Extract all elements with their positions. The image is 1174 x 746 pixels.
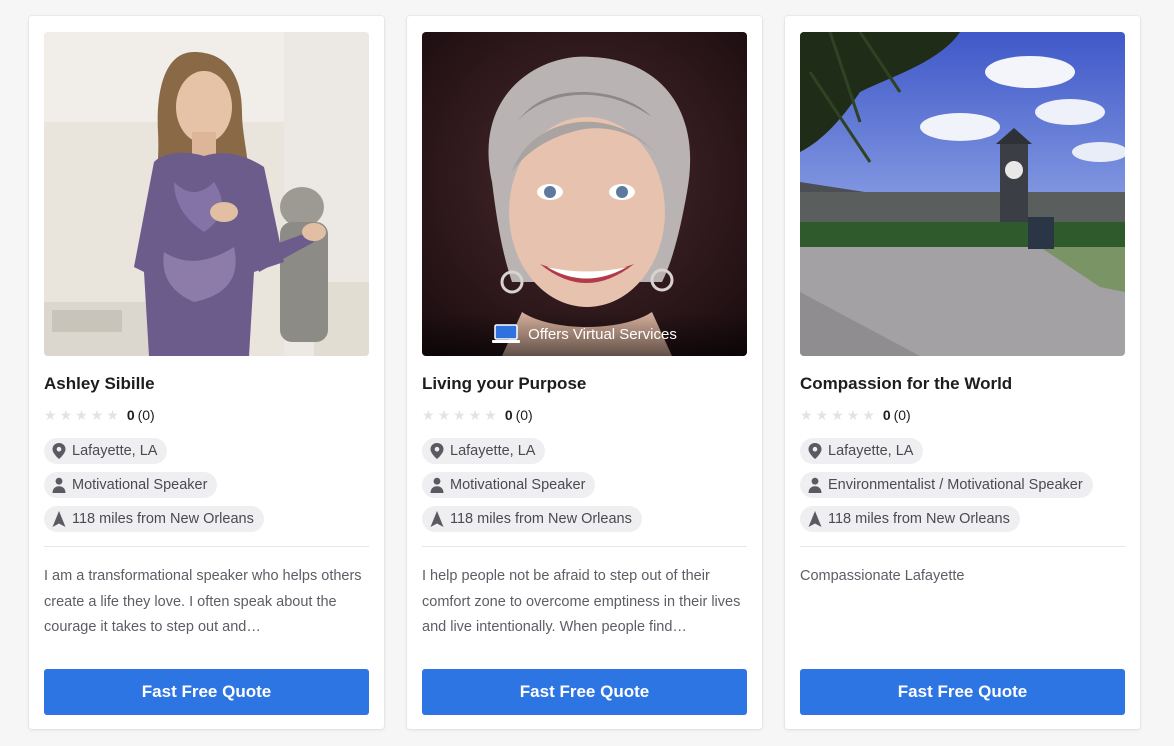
category-text: Motivational Speaker: [450, 477, 586, 493]
vendor-photo[interactable]: [44, 32, 369, 356]
star-icon: ★: [846, 407, 860, 423]
vendor-card[interactable]: Compassion for the World ★ ★ ★ ★ ★ 0 (0) …: [785, 16, 1140, 729]
distance-chip: 118 miles from New Orleans: [44, 506, 264, 532]
fast-free-quote-button[interactable]: Fast Free Quote: [800, 669, 1125, 715]
divider: [800, 546, 1125, 547]
vendor-photo[interactable]: Offers Virtual Services: [422, 32, 747, 356]
vendor-card[interactable]: Ashley Sibille ★ ★ ★ ★ ★ 0 (0) Lafayette,…: [29, 16, 384, 729]
location-text: Lafayette, LA: [450, 443, 536, 459]
rating-value: 0: [882, 407, 891, 423]
divider: [44, 546, 369, 547]
rating-score: 0 (0): [505, 407, 533, 423]
star-icon: ★: [800, 407, 813, 423]
rating-value: 0: [504, 407, 513, 423]
star-icon: ★: [90, 407, 104, 423]
star-icon: ★: [862, 407, 875, 423]
laptop-icon: [492, 324, 521, 343]
category-chip: Motivational Speaker: [44, 472, 218, 498]
star-icon: ★: [468, 407, 482, 423]
star-icon: ★: [815, 407, 829, 423]
divider: [422, 546, 747, 547]
person-icon: [430, 477, 444, 493]
fast-free-quote-button[interactable]: Fast Free Quote: [422, 669, 747, 715]
distance-text: 118 miles from New Orleans: [72, 511, 254, 527]
star-icon: ★: [831, 407, 844, 423]
fast-free-quote-button[interactable]: Fast Free Quote: [44, 669, 369, 715]
star-icon: ★: [453, 407, 466, 423]
vendor-name[interactable]: Compassion for the World: [800, 374, 1012, 394]
location-chip: Lafayette, LA: [44, 438, 168, 464]
vendor-name[interactable]: Living your Purpose: [422, 374, 586, 394]
navigation-arrow-icon: [430, 511, 444, 527]
rating-count: (0): [515, 407, 533, 423]
virtual-services-text: Offers Virtual Services: [528, 325, 677, 343]
star-icon: ★: [106, 407, 119, 423]
map-pin-icon: [430, 443, 444, 459]
vendor-description: I help people not be afraid to step out …: [422, 568, 741, 635]
virtual-services-badge: Offers Virtual Services: [422, 312, 747, 356]
map-pin-icon: [52, 443, 66, 459]
category-text: Motivational Speaker: [72, 477, 208, 493]
location-text: Lafayette, LA: [828, 443, 914, 459]
distance-chip: 118 miles from New Orleans: [422, 506, 642, 532]
category-text: Environmentalist / Motivational Speaker: [828, 477, 1083, 493]
category-chip: Environmentalist / Motivational Speaker: [800, 472, 1093, 498]
rating: ★ ★ ★ ★ ★ 0 (0): [800, 406, 911, 424]
rating-count: (0): [137, 407, 155, 423]
star-rating: ★ ★ ★ ★ ★: [44, 408, 119, 422]
vendor-name[interactable]: Ashley Sibille: [44, 374, 155, 394]
navigation-arrow-icon: [52, 511, 66, 527]
star-icon: ★: [422, 407, 435, 423]
distance-text: 118 miles from New Orleans: [828, 511, 1010, 527]
location-chip: Lafayette, LA: [800, 438, 924, 464]
star-rating: ★ ★ ★ ★ ★: [422, 408, 497, 422]
rating: ★ ★ ★ ★ ★ 0 (0): [44, 406, 155, 424]
navigation-arrow-icon: [808, 511, 822, 527]
location-chip: Lafayette, LA: [422, 438, 546, 464]
category-chip: Motivational Speaker: [422, 472, 596, 498]
person-icon: [52, 477, 66, 493]
vendor-description: I am a transformational speaker who help…: [44, 568, 362, 635]
rating-value: 0: [126, 407, 135, 423]
location-text: Lafayette, LA: [72, 443, 158, 459]
distance-chip: 118 miles from New Orleans: [800, 506, 1020, 532]
rating-score: 0 (0): [883, 407, 911, 423]
rating-count: (0): [893, 407, 911, 423]
rating-score: 0 (0): [127, 407, 155, 423]
vendor-card[interactable]: Offers Virtual Services Living your Purp…: [407, 16, 762, 729]
distance-text: 118 miles from New Orleans: [450, 511, 632, 527]
vendor-photo[interactable]: [800, 32, 1125, 356]
rating: ★ ★ ★ ★ ★ 0 (0): [422, 406, 533, 424]
star-icon: ★: [437, 407, 451, 423]
star-icon: ★: [484, 407, 497, 423]
star-icon: ★: [75, 407, 88, 423]
person-icon: [808, 477, 822, 493]
map-pin-icon: [808, 443, 822, 459]
vendor-description: Compassionate Lafayette: [800, 568, 965, 584]
star-rating: ★ ★ ★ ★ ★: [800, 408, 875, 422]
star-icon: ★: [44, 407, 57, 423]
star-icon: ★: [59, 407, 73, 423]
